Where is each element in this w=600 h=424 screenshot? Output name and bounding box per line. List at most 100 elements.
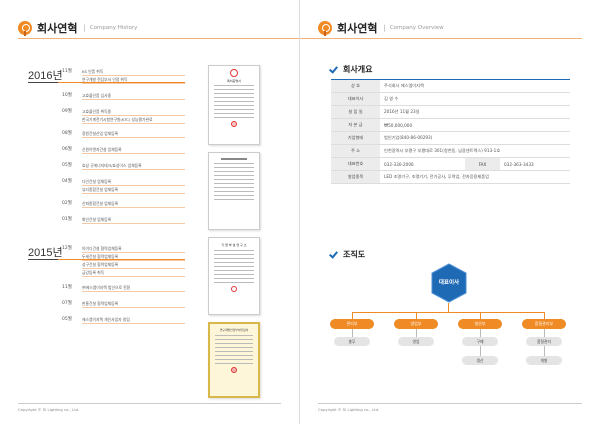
row-value: 인천광역시 부평구 부평대로 301(청천동, 남광센트렉스) 913-1호 [380,144,570,158]
entry-item: 한흥건설 협력업체등록 [82,300,185,308]
team-node: 영업 [398,337,434,346]
header-divider [300,38,582,39]
connector-line [416,329,417,337]
certificate-title: 기 업 부 설 연 구 소 [221,243,247,247]
section-title: 조직도 [343,250,366,259]
entry-item: 연구개발 전담부서 인정 취득 [82,76,185,84]
certificate-image: 연구개발전담부서인정서 [208,322,260,398]
history-entry: 11월 ㈜에스엠이지렉 법인으로 전환 [62,284,185,292]
row-label: 대표이사 [331,92,380,106]
history-entry: 12월 아이디건설 협력업체등록 두세건설 협력업체등록 성구건설 협력업체등록… [62,245,185,277]
history-header: 회사연혁 | Company History [18,18,137,38]
entry-item: 고효율인증 심사중 [82,92,185,100]
entry-month: 05월 [62,317,72,322]
history-subtitle: Company History [89,25,138,31]
team-node: 총무 [334,337,370,346]
row-label: 설 립 일 [331,105,380,119]
team-node: 생산 [462,356,498,365]
year-2016: 2016년 [28,70,63,82]
connector-line [352,329,353,337]
row-value: 032-330-2006 [380,157,465,171]
history-title: 회사연혁 [37,22,78,35]
row-label: 자 본 금 [331,118,380,132]
entry-month: 11월 [62,69,72,74]
history-entry: 05월 에스엠이지렉 개인사업자 창립 [62,316,185,324]
entry-month: 01월 [62,217,72,222]
entry-month: 08월 [62,131,72,136]
row-label: 상 호 [331,79,380,93]
entry-month: 02월 [62,201,72,206]
entry-item: 다인건설 업체등록 [82,178,185,186]
table-row: 대표이사 김 영 수 [331,92,570,106]
fax-value: 032-363-3433 [500,157,570,171]
company-overview-table: 상 호 주식회사 에스엠이지렉 대표이사 김 영 수 설 립 일 2016년 11월 … [331,79,570,184]
fax-label: FAX [465,157,500,171]
history-page: 회사연혁 | Company History 2016년 11월 KS 인증 취… [0,0,300,424]
section-title: 회사개요 [343,65,373,74]
team-node: 개발 [526,356,562,365]
certificate-title: 특허증명서 [227,79,241,83]
department-node: 관리부 [330,319,374,329]
org-section-heading: 조직도 [330,249,365,260]
row-value: 김 영 수 [380,92,570,106]
department-node: 품질관리부 [522,319,566,329]
header-separator: | [383,24,386,32]
row-label: 대표번호 [331,157,380,171]
certificate-image [208,152,260,230]
lightbulb-logo-icon [318,21,332,36]
history-entry: 07월 한흥건설 협력업체등록 [62,300,185,308]
entry-item: 뷰티종합건설 업체등록 [82,186,185,194]
entry-month: 10월 [62,93,72,98]
entry-item: 한국기계전기시험연구원(KTC) 성능평가완료 [82,116,185,124]
entry-item: 금강등록 취득 [82,269,185,277]
table-row: 주 소 인천광역시 부평구 부평대로 301(청천동, 남광센트렉스) 913-1… [331,144,570,158]
entry-item: 신원이앤지건설 업체등록 [82,146,185,154]
entry-item: 정원건설산업 업체등록 [82,130,185,138]
history-entry: 06월 신원이앤지건설 업체등록 [62,146,185,154]
entry-month: 07월 [62,301,72,306]
header-separator: | [83,24,86,32]
ceo-node: 대표이사 [431,263,467,303]
history-entry: 10월 고효율인증 심사중 [62,92,185,100]
table-row: 설 립 일 2016년 11월 23일 [331,105,570,119]
connector-line [448,303,449,312]
row-label: 영업종목 [331,170,380,184]
entry-item: ㈜에스엠이지렉 법인으로 전환 [82,284,185,292]
entry-month: 09월 [62,109,72,114]
row-value: ₩50,000,000 [380,118,570,132]
header-divider [18,38,299,39]
overview-section-heading: 회사개요 [330,64,372,75]
entry-item: 신화종합건설 업체등록 [82,200,185,208]
entry-month: 05월 [62,163,72,168]
entry-item: 효성 굿에너지테크/효성이스 업체등록 [82,162,185,170]
certificate-image: 기 업 부 설 연 구 소 [208,237,260,315]
row-value: LED 조명기구, 조명기기, 전기공사, 무역업, 전자응용제품업 [380,170,570,184]
row-label: 기업형태 [331,131,380,145]
overview-subtitle: Company Overview [389,25,444,31]
history-entry: 11월 KS 인증 취득 연구개발 전담부서 인정 취득 [62,68,185,84]
checkmark-icon [330,65,339,74]
history-entry: 02월 신화종합건설 업체등록 [62,200,185,208]
table-row: 자 본 금 ₩50,000,000 [331,118,570,132]
connector-line [480,312,481,319]
overview-header: 회사연혁 | Company Overview [318,18,444,38]
entry-month: 12월 [62,246,72,251]
table-row: 영업종목 LED 조명기구, 조명기기, 전기공사, 무역업, 전자응용제품업 [331,170,570,184]
table-row: 대표번호 032-330-2006 FAX 032-363-3433 [331,157,570,171]
connector-line [352,312,353,319]
connector-line [544,312,545,319]
ceo-label: 대표이사 [438,280,460,286]
table-row: 기업형태 법인기업(840-86-00293) [331,131,570,145]
entry-item: KS 인증 취득 [82,68,185,76]
connector-line [352,312,544,313]
department-node: 생산부 [458,319,502,329]
entry-item: 고효율인증 취득중 [82,108,185,116]
entry-item: 아이디건설 협력업체등록 [82,245,185,253]
department-node: 영업부 [394,319,438,329]
entry-item: 성구건설 협력업체등록 [82,261,185,269]
team-node: 구매 [462,337,498,346]
entry-item: 두세건설 협력업체등록 [82,253,185,261]
row-value: 2016년 11월 23일 [380,105,570,119]
entry-item: 에스엠이지렉 개인사업자 창립 [82,316,185,324]
row-value: 법인기업(840-86-00293) [380,131,570,145]
